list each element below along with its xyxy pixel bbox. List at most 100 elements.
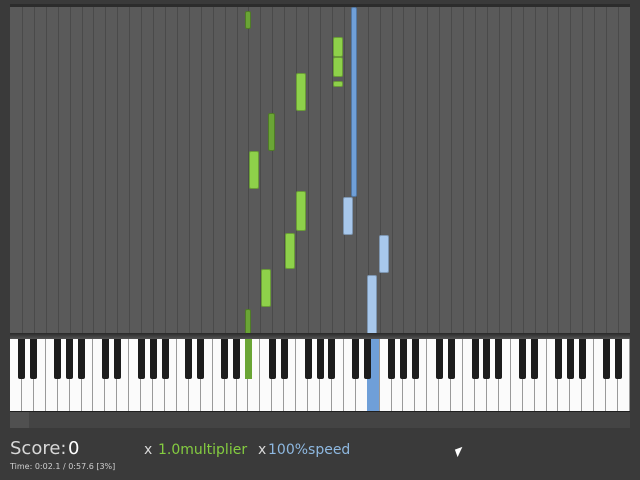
lane-divider (558, 7, 560, 334)
green-note (245, 11, 251, 29)
lane-divider (153, 7, 155, 334)
pressed-key-green (245, 339, 252, 379)
lane-divider (200, 7, 202, 334)
green-note (261, 269, 271, 307)
green-note (249, 151, 259, 189)
black-key[interactable] (161, 339, 169, 379)
black-key[interactable] (54, 339, 62, 379)
lane-divider (188, 7, 190, 334)
lane-divider (69, 7, 71, 334)
black-key[interactable] (483, 339, 491, 379)
lane-divider (141, 7, 143, 334)
black-key[interactable] (197, 339, 205, 379)
speed-x: x (258, 442, 267, 458)
black-key[interactable] (304, 339, 312, 379)
black-key[interactable] (268, 339, 276, 379)
black-key[interactable] (399, 339, 407, 379)
lane-divider (427, 7, 429, 334)
lane-divider (522, 7, 524, 334)
black-key[interactable] (78, 339, 86, 379)
lane-divider (403, 7, 405, 334)
time-readout: Time: 0:02.1 / 0:57.6 [3%] (10, 462, 116, 471)
black-key[interactable] (554, 339, 562, 379)
lane-divider (463, 7, 465, 334)
lane-divider (284, 7, 286, 334)
lane-divider (165, 7, 166, 334)
black-key[interactable] (614, 339, 622, 379)
lane-divider (546, 7, 548, 334)
lane-divider (391, 7, 393, 334)
lane-divider (93, 7, 95, 334)
lane-divider (343, 7, 345, 334)
black-key[interactable] (447, 339, 455, 379)
black-key[interactable] (435, 339, 443, 379)
lane-divider (486, 7, 488, 334)
black-key[interactable] (388, 339, 396, 379)
blue-note (351, 7, 357, 197)
black-key[interactable] (113, 339, 121, 379)
black-key[interactable] (364, 339, 372, 379)
lane-divider (570, 7, 572, 334)
black-key[interactable] (149, 339, 157, 379)
black-key[interactable] (221, 339, 229, 379)
black-key[interactable] (578, 339, 586, 379)
blue-note (379, 235, 389, 273)
song-progress-bar[interactable] (10, 412, 630, 428)
lane-divider (176, 7, 178, 334)
black-key[interactable] (30, 339, 38, 379)
song-progress-fill (10, 412, 29, 428)
lane-divider (57, 7, 59, 334)
lane-divider (510, 7, 512, 334)
green-note (333, 57, 343, 77)
lane-divider (582, 7, 584, 334)
piano-keyboard[interactable] (10, 339, 630, 413)
lane-divider (105, 7, 107, 334)
lane-divider (272, 7, 274, 334)
lane-divider (21, 7, 23, 334)
speed-value: 100%speed (268, 442, 351, 458)
lane-divider (379, 7, 381, 334)
lane-divider (296, 7, 298, 334)
black-key[interactable] (602, 339, 610, 379)
lane-divider (45, 7, 47, 334)
black-key[interactable] (233, 339, 241, 379)
score-value: 0 (68, 438, 80, 459)
black-key[interactable] (519, 339, 527, 379)
lane-divider (308, 7, 310, 334)
black-key[interactable] (471, 339, 479, 379)
black-key[interactable] (280, 339, 288, 379)
lane-divider (475, 7, 476, 334)
green-note (285, 233, 295, 269)
green-note (296, 73, 306, 111)
black-key[interactable] (185, 339, 193, 379)
lane-divider (534, 7, 536, 334)
black-key[interactable] (66, 339, 74, 379)
green-note (333, 37, 343, 57)
green-note (333, 81, 343, 87)
falling-notes-field (10, 4, 630, 334)
multiplier-value: 1.0multiplier (158, 442, 248, 458)
score-hud: Score: 0 x 1.0multiplier x 100%speed Tim… (0, 430, 640, 480)
black-key[interactable] (328, 339, 336, 379)
black-key[interactable] (566, 339, 574, 379)
lane-divider (415, 7, 417, 334)
black-key[interactable] (352, 339, 360, 379)
lane-divider (236, 7, 238, 334)
lane-divider (594, 7, 596, 334)
green-note (296, 191, 306, 231)
score-label: Score: (10, 438, 67, 459)
black-key[interactable] (495, 339, 503, 379)
lane-divider (451, 7, 453, 334)
lane-divider (320, 7, 321, 334)
lane-divider (33, 7, 35, 334)
green-note (268, 113, 275, 151)
black-key[interactable] (137, 339, 145, 379)
blue-note (343, 197, 353, 235)
black-key[interactable] (316, 339, 324, 379)
lane-divider (212, 7, 214, 334)
black-key[interactable] (411, 339, 419, 379)
synthesia-game-screen: Score: 0 x 1.0multiplier x 100%speed Tim… (0, 0, 640, 480)
black-key[interactable] (101, 339, 109, 379)
black-key[interactable] (531, 339, 539, 379)
black-key[interactable] (18, 339, 26, 379)
